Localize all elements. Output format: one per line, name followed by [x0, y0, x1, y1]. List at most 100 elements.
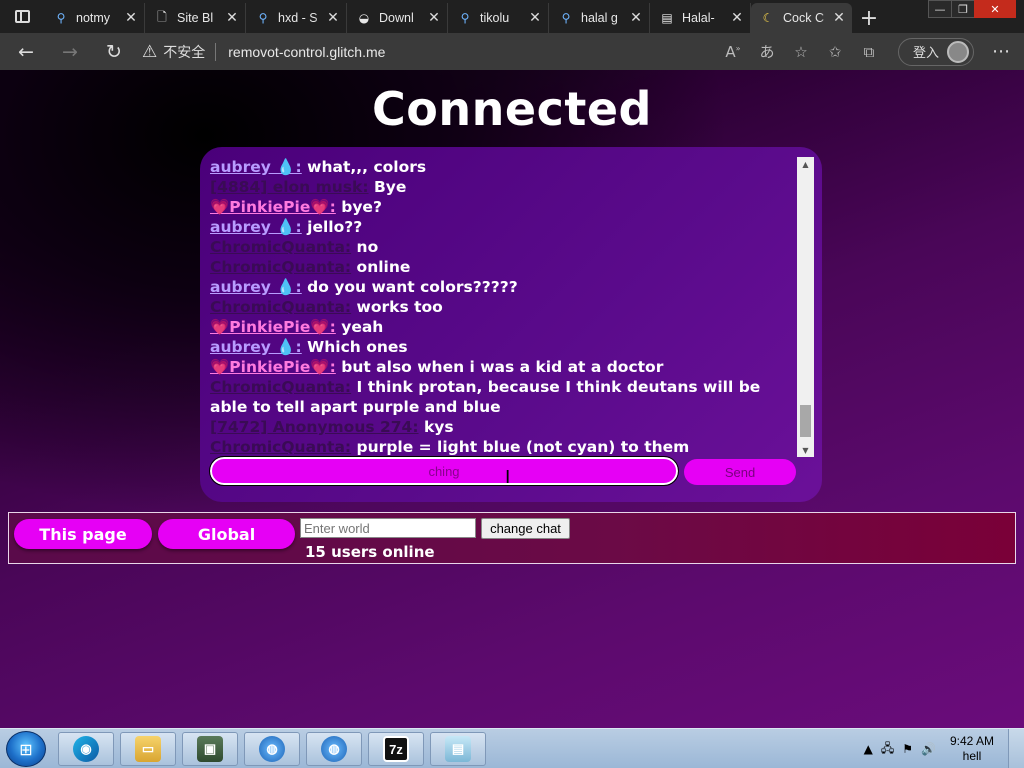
tab-title: Cock C: [783, 11, 824, 25]
chat-username[interactable]: ChromicQuanta:: [210, 238, 351, 256]
login-button[interactable]: 登入: [897, 37, 974, 66]
search-icon: ⚲: [258, 11, 268, 25]
taskbar-app-computer[interactable]: ▣: [182, 732, 238, 766]
browser-tab[interactable]: ⚲ hxd - S ✕: [246, 3, 347, 33]
minimize-button[interactable]: —: [928, 0, 952, 18]
chat-text: purple = light blue (not cyan) to them: [356, 438, 690, 456]
chat-text: yeah: [341, 318, 384, 336]
send-button[interactable]: Send: [684, 459, 796, 485]
tab-close-icon[interactable]: ✕: [326, 10, 340, 26]
chat-username[interactable]: [4884] elon musk:: [210, 178, 369, 196]
address-separator: [215, 42, 217, 61]
tray-expand-icon[interactable]: ▲: [864, 742, 873, 756]
address-bar[interactable]: ⚠ 不安全 removot-control.glitch.me: [142, 36, 716, 68]
chat-text: but also when i was a kid at a doctor: [341, 358, 664, 376]
tab-title: Site Bl: [177, 11, 214, 25]
translate-icon[interactable]: あ: [750, 41, 784, 62]
tab-close-icon[interactable]: ✕: [427, 10, 441, 26]
browser-tab[interactable]: ▤ Halal- ✕: [650, 3, 751, 33]
url-text[interactable]: removot-control.glitch.me: [228, 44, 385, 60]
world-input[interactable]: [300, 518, 476, 538]
chat-message: ChromicQuanta: purple = light blue (not …: [210, 437, 798, 457]
tab-title: tikolu: [480, 11, 510, 25]
search-icon: ⚲: [56, 11, 66, 25]
chat-username[interactable]: ChromicQuanta:: [210, 378, 351, 396]
browser-tab[interactable]: ⚲ notmy ✕: [44, 3, 145, 33]
browser-tab[interactable]: ⚲ tikolu ✕: [448, 3, 549, 33]
browser-tab[interactable]: ⚲ halal g ✕: [549, 3, 650, 33]
chat-log[interactable]: aubrey 💧: what,,, colors [4884] elon musk…: [200, 157, 798, 457]
change-chat-button[interactable]: change chat: [481, 518, 570, 539]
clock-time: 9:42 AM: [949, 734, 994, 748]
add-favorite-icon[interactable]: ☆: [784, 43, 818, 61]
world-bar: This page Global change chat 15 users on…: [8, 512, 1016, 564]
page-title: Connected: [372, 82, 652, 136]
chat-input[interactable]: [209, 456, 679, 486]
browser-tab[interactable]: 🗋 Site Bl ✕: [145, 3, 246, 33]
chat-username[interactable]: ChromicQuanta:: [210, 438, 351, 456]
scroll-thumb[interactable]: [800, 405, 811, 437]
chat-text: Which ones: [307, 338, 408, 356]
favorites-icon[interactable]: ✩: [818, 43, 852, 61]
collections-icon[interactable]: ⧉: [852, 43, 886, 61]
scroll-down-icon[interactable]: ▼: [797, 443, 814, 457]
avatar-icon: [947, 40, 969, 63]
chat-username[interactable]: aubrey 💧:: [210, 338, 302, 356]
start-button[interactable]: ⊞: [6, 731, 46, 767]
tab-actions-button[interactable]: [0, 0, 44, 33]
taskbar-app-network[interactable]: ◍: [244, 732, 300, 766]
globe-icon: ◍: [259, 736, 285, 762]
show-desktop-button[interactable]: [1008, 729, 1024, 768]
chat-scrollbar[interactable]: ▲ ▼: [797, 157, 814, 457]
network-tray-icon[interactable]: 🖧: [881, 739, 894, 760]
chat-username[interactable]: aubrey 💧:: [210, 218, 302, 236]
book-icon: ▤: [661, 11, 673, 25]
new-tab-button[interactable]: +: [852, 3, 886, 33]
chat-message: aubrey 💧: jello??: [210, 217, 798, 237]
scroll-up-icon[interactable]: ▲: [797, 157, 814, 171]
flag-tray-icon[interactable]: ⚑: [902, 742, 913, 756]
tab-close-icon[interactable]: ✕: [528, 10, 542, 26]
global-button[interactable]: Global: [158, 519, 295, 549]
tab-title: hxd - S: [278, 11, 318, 25]
chat-username[interactable]: 💗PinkiePie💗:: [210, 318, 336, 336]
tab-close-icon[interactable]: ✕: [629, 10, 643, 26]
chat-text: Bye: [373, 178, 407, 196]
this-page-button[interactable]: This page: [14, 519, 152, 549]
tab-close-icon[interactable]: ✕: [225, 10, 239, 26]
taskbar-app-browser[interactable]: ◍: [306, 732, 362, 766]
chat-username[interactable]: ChromicQuanta:: [210, 258, 351, 276]
taskbar-app-7zip[interactable]: 7z: [368, 732, 424, 766]
close-window-button[interactable]: ✕: [974, 0, 1016, 18]
chat-username[interactable]: 💗PinkiePie💗:: [210, 358, 336, 376]
chat-username[interactable]: aubrey 💧:: [210, 278, 302, 296]
taskbar-app-edge[interactable]: ◉: [58, 732, 114, 766]
folder-icon: ▭: [135, 736, 161, 762]
chat-username[interactable]: 💗PinkiePie💗:: [210, 198, 336, 216]
chat-message: aubrey 💧: do you want colors?????: [210, 277, 798, 297]
refresh-button[interactable]: ↻: [96, 36, 132, 68]
search-icon: ⚲: [460, 11, 470, 25]
chat-message: ChromicQuanta: works too: [210, 297, 798, 317]
chat-username[interactable]: aubrey 💧:: [210, 158, 302, 176]
warning-icon: ⚠: [142, 41, 158, 61]
chat-username[interactable]: [7472] Anonymous 274:: [210, 418, 419, 436]
chat-message: ChromicQuanta: online: [210, 257, 798, 277]
chat-username[interactable]: ChromicQuanta:: [210, 298, 351, 316]
read-aloud-icon[interactable]: A»: [716, 43, 750, 61]
clock[interactable]: 9:42 AM hell: [950, 734, 994, 764]
security-label[interactable]: 不安全: [163, 42, 205, 62]
tab-close-icon[interactable]: ✕: [730, 10, 744, 26]
browser-tab[interactable]: ◒ Downl ✕: [347, 3, 448, 33]
browser-tab[interactable]: ☾ Cock C ✕: [751, 3, 852, 33]
restore-button[interactable]: ❐: [951, 0, 975, 18]
tab-close-icon[interactable]: ✕: [832, 10, 846, 26]
taskbar-app-explorer[interactable]: ▭: [120, 732, 176, 766]
back-button[interactable]: ←: [8, 36, 44, 68]
tab-close-icon[interactable]: ✕: [124, 10, 138, 26]
more-menu-button[interactable]: ⋯: [984, 41, 1018, 62]
volume-tray-icon[interactable]: 🔊: [921, 742, 936, 756]
edge-icon: ◉: [73, 736, 99, 762]
forward-button[interactable]: →: [52, 36, 88, 68]
taskbar-app-notepad[interactable]: ▤: [430, 732, 486, 766]
